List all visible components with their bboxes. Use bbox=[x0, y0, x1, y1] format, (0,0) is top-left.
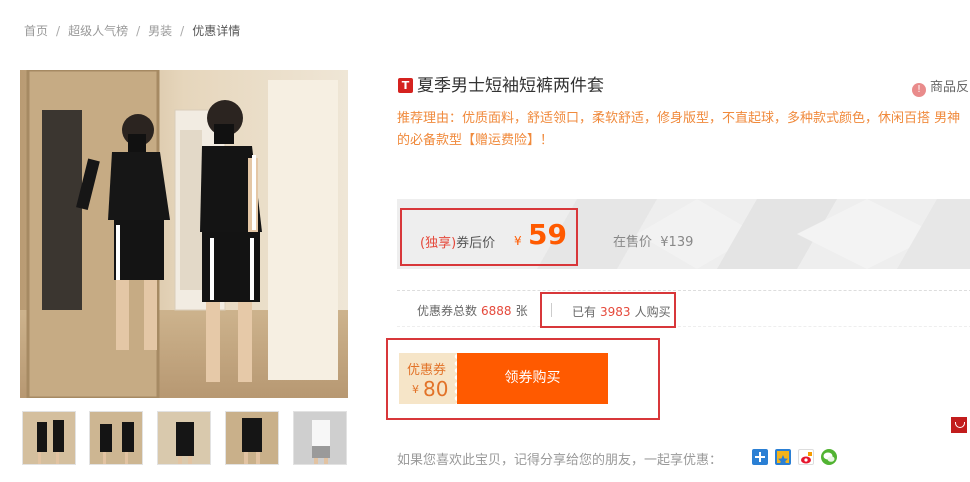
recommend-reason: 推荐理由：优质面料，舒适领口，柔软舒适，修身版型，不直起球，多种款式颜色，休闲百… bbox=[397, 111, 961, 148]
thumbnail-photo bbox=[23, 412, 75, 464]
weibo-glyph-icon bbox=[801, 452, 812, 464]
thumbnail-4[interactable] bbox=[225, 411, 279, 465]
original-price-value: ¥139 bbox=[660, 235, 694, 250]
sold-count: 已有 3983 人购买 bbox=[572, 303, 671, 320]
chat-bubble-icon bbox=[823, 452, 835, 462]
after-coupon-label: 券后价 bbox=[456, 236, 496, 251]
coupon-price-label: (独享)券后价 bbox=[420, 232, 495, 251]
coupon-currency: ¥ bbox=[412, 383, 419, 396]
thumbnail-photo bbox=[90, 412, 142, 464]
coupon-amount: 80 bbox=[423, 377, 449, 401]
breadcrumb-ranking[interactable]: 超级人气榜 bbox=[68, 22, 128, 39]
tmall-badge-icon: T bbox=[398, 78, 413, 93]
coupon-label: 优惠券 bbox=[407, 363, 447, 378]
coupon-total-label: 优惠券总数 bbox=[417, 304, 478, 318]
breadcrumb-home[interactable]: 首页 bbox=[24, 22, 48, 39]
sold-number: 3983 bbox=[600, 305, 631, 319]
coupon-ticket[interactable]: 优惠券 ¥ 80 bbox=[399, 353, 460, 404]
breadcrumb-menswear[interactable]: 男装 bbox=[148, 22, 172, 39]
coupon-total-unit: 张 bbox=[515, 304, 528, 318]
product-main-image[interactable] bbox=[20, 70, 348, 398]
star-icon bbox=[778, 455, 788, 465]
divider bbox=[397, 326, 970, 327]
report-label: 商品反 bbox=[930, 80, 970, 95]
thumbnail-2[interactable] bbox=[89, 411, 143, 465]
warning-icon: ! bbox=[912, 83, 926, 97]
thumbnail-1[interactable] bbox=[22, 411, 76, 465]
coupon-price-value: 59 bbox=[528, 218, 567, 251]
pengyou-icon[interactable] bbox=[775, 449, 791, 465]
sold-suffix: 人购买 bbox=[634, 305, 671, 319]
breadcrumb: 首页 / 超级人气榜 / 男装 / 优惠详情 bbox=[24, 22, 240, 39]
qq-zone-icon[interactable] bbox=[752, 449, 768, 465]
weibo-icon[interactable] bbox=[798, 449, 814, 465]
share-text: 如果您喜欢此宝贝，记得分享给您的朋友，一起享优惠： bbox=[397, 453, 723, 468]
plus-icon bbox=[755, 452, 765, 462]
side-cart-icon[interactable] bbox=[951, 417, 967, 433]
exclusive-tag: (独享) bbox=[420, 236, 457, 251]
coupon-total-count: 6888 bbox=[481, 304, 512, 318]
divider bbox=[397, 290, 970, 291]
product-photo bbox=[20, 70, 348, 398]
sold-prefix: 已有 bbox=[572, 305, 597, 319]
coupon-action-box: 优惠券 ¥ 80 领券购买 bbox=[386, 338, 660, 420]
thumbnail-3[interactable] bbox=[157, 411, 211, 465]
divider bbox=[551, 303, 552, 317]
sold-count-box: 已有 3983 人购买 bbox=[540, 292, 676, 328]
original-price-label: 在售价 bbox=[613, 235, 653, 250]
product-title: 夏季男士短袖短裤两件套 bbox=[417, 76, 604, 96]
breadcrumb-current: 优惠详情 bbox=[192, 24, 241, 38]
thumbnail-photo bbox=[294, 412, 346, 464]
coupon-total: 优惠券总数 6888 张 bbox=[417, 302, 528, 319]
get-coupon-buy-button[interactable]: 领券购买 bbox=[457, 353, 608, 404]
original-price: 在售价 ¥139 bbox=[613, 231, 693, 250]
coupon-price-box: (独享)券后价 ¥ 59 bbox=[400, 208, 578, 266]
thumbnail-photo bbox=[226, 412, 278, 464]
price-currency: ¥ bbox=[514, 234, 522, 248]
breadcrumb-separator: / bbox=[180, 24, 185, 38]
thumbnail-5[interactable] bbox=[293, 411, 347, 465]
wechat-icon[interactable] bbox=[821, 449, 837, 465]
product-title-row: T 夏季男士短袖短裤两件套 ! 商品反 bbox=[397, 74, 970, 98]
breadcrumb-separator: / bbox=[136, 24, 141, 38]
thumbnail-photo bbox=[158, 412, 210, 464]
breadcrumb-separator: / bbox=[56, 24, 61, 38]
thumbnail-strip bbox=[20, 411, 350, 467]
report-link[interactable]: ! 商品反 bbox=[912, 76, 970, 97]
